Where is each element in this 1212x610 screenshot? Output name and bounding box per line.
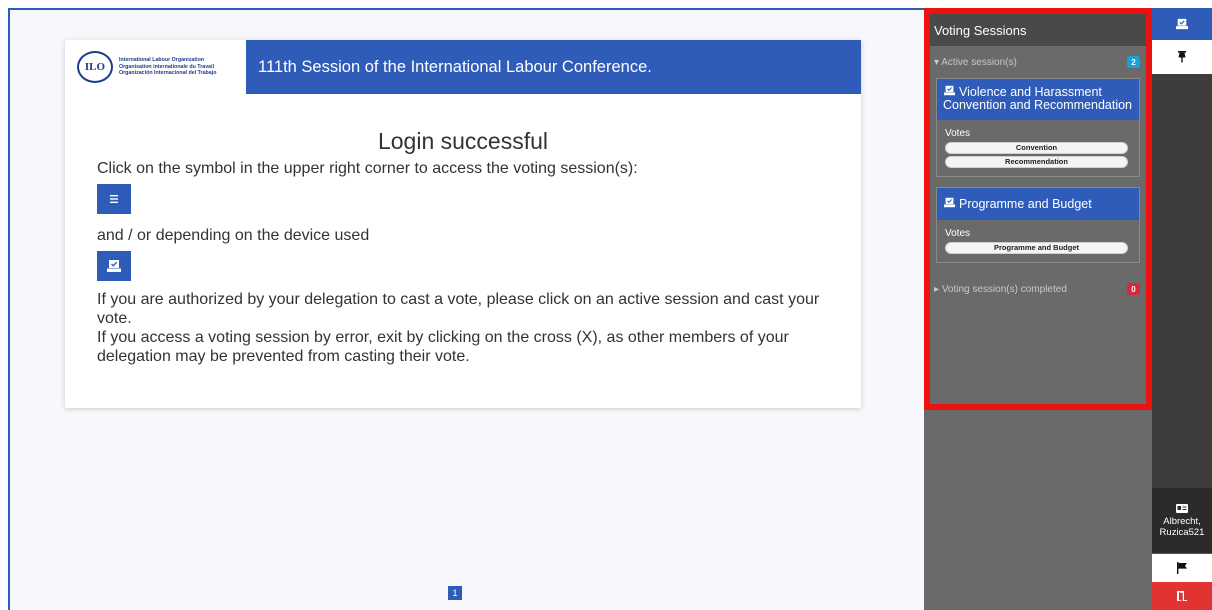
main-content: ILO International Labour Organization Or… (8, 8, 924, 610)
language-button[interactable] (1152, 554, 1212, 582)
ballot-icon (943, 85, 956, 99)
votes-label: Votes (945, 128, 971, 139)
pin-button[interactable] (1152, 40, 1212, 74)
flag-icon (1176, 559, 1188, 578)
pin-icon (1177, 48, 1187, 67)
completed-sessions-header: ▸ Voting session(s) completed (934, 284, 1067, 295)
active-sessions-header: ▾ Active session(s) (934, 57, 1017, 68)
ballot-icon (943, 197, 956, 211)
error-exit-text: If you access a voting session by error,… (97, 329, 789, 365)
org-name-en: International Labour Organization (119, 57, 205, 64)
conference-title: 111th Session of the International Labou… (246, 40, 861, 94)
user-profile-button[interactable]: Albrecht, Ruzica521 (1152, 488, 1212, 554)
completed-sessions-toggle[interactable]: ▸ Voting session(s) completed 0 (930, 273, 1146, 305)
session-title-button[interactable]: Violence and Harassment Convention and R… (937, 79, 1139, 120)
vote-button-programme-budget[interactable]: Programme and Budget (945, 242, 1128, 254)
voting-sessions-button[interactable] (1152, 8, 1212, 40)
menu-icon (97, 184, 131, 214)
page-number[interactable]: 1 (448, 586, 462, 600)
completed-sessions-label: Voting session(s) completed (941, 283, 1067, 295)
login-card: ILO International Labour Organization Or… (65, 40, 861, 408)
active-count-badge: 2 (1127, 56, 1140, 68)
card-header: ILO International Labour Organization Or… (65, 40, 861, 94)
exit-door-icon (1176, 587, 1188, 606)
ilo-logo-text: International Labour Organization Organi… (119, 57, 216, 77)
triangle-right-icon: ▸ (934, 283, 942, 295)
card-body: Login successful Click on the symbol in … (65, 128, 861, 366)
voting-sessions-title: Voting Sessions (930, 14, 1146, 46)
voting-sessions-panel: Voting Sessions ▾ Active session(s) 2 Vi… (924, 8, 1152, 410)
org-name-es: Organización Internacional del Trabajo (119, 70, 217, 77)
instruction-text: Click on the symbol in the upper right c… (97, 160, 638, 177)
vote-button-recommendation[interactable]: Recommendation (945, 156, 1128, 168)
logout-button[interactable] (1152, 582, 1212, 610)
ilo-logo: ILO International Labour Organization Or… (65, 40, 246, 94)
authorization-text: If you are authorized by your delegation… (97, 291, 820, 327)
ilo-emblem-icon: ILO (77, 51, 113, 83)
vote-button-convention[interactable]: Convention (945, 142, 1128, 154)
user-name-line2: Ruzica521 (1159, 526, 1205, 538)
device-text: and / or depending on the device used (97, 227, 370, 244)
session-card: Violence and Harassment Convention and R… (936, 78, 1140, 177)
session-card: Programme and Budget Votes Programme and… (936, 187, 1140, 263)
active-sessions-toggle[interactable]: ▾ Active session(s) 2 (930, 46, 1146, 78)
id-card-icon (1176, 503, 1188, 516)
ballot-icon (1175, 15, 1189, 34)
login-title: Login successful (377, 128, 549, 154)
session-votes: Votes Convention Recommendation (937, 120, 1139, 176)
right-toolbar: Albrecht, Ruzica521 (1152, 8, 1212, 610)
votes-label: Votes (945, 228, 971, 239)
ballot-icon (97, 251, 131, 281)
completed-count-badge: 0 (1127, 283, 1140, 295)
session-title: Programme and Budget (959, 197, 1092, 211)
session-votes: Votes Programme and Budget (937, 220, 1139, 262)
session-title-button[interactable]: Programme and Budget (937, 188, 1139, 220)
user-name-line1: Albrecht, (1163, 515, 1201, 527)
sidebar: Voting Sessions ▾ Active session(s) 2 Vi… (924, 8, 1152, 610)
active-sessions-label: Active session(s) (941, 56, 1017, 68)
session-title: Violence and Harassment Convention and R… (943, 85, 1133, 112)
